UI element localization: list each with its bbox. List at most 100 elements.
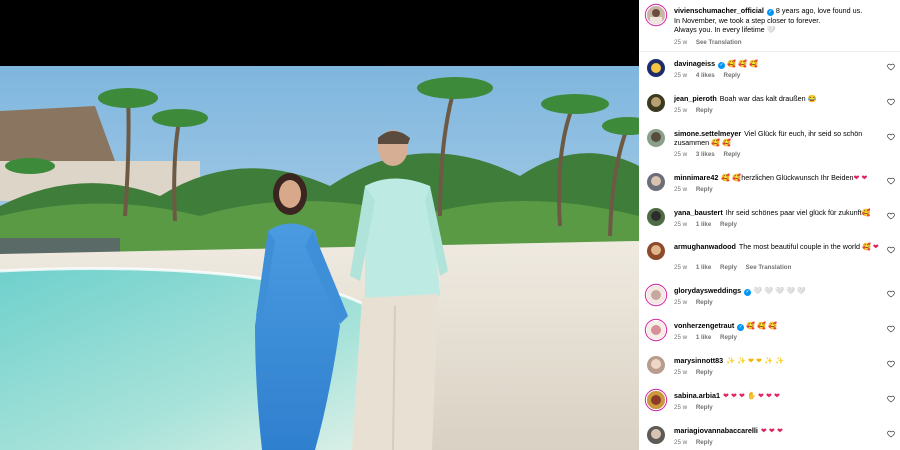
reply-button[interactable]: Reply [696,186,713,193]
comment-username[interactable]: marysinnott83 [674,356,723,365]
post-media[interactable] [0,0,639,450]
comment-time: 25 w [674,299,688,306]
avatar[interactable] [647,129,665,147]
comment-time: 25 w [674,221,688,228]
avatar[interactable] [647,321,665,339]
comments-panel: vivienschumacher_official ✓ 8 years ago, l… [639,0,900,450]
comment-likes[interactable]: 3 likes [696,151,715,158]
comment-emoji: 😂 [807,94,817,103]
reply-button[interactable]: Reply [696,369,713,376]
reply-button[interactable]: Reply [696,107,713,114]
comment-emoji: 🥰 [861,208,871,217]
comment-emoji-prefix: 🥰 🥰 [721,173,742,182]
verified-badge-icon: ✓ [744,289,752,296]
heart-outline-icon[interactable] [887,212,895,220]
comment-likes[interactable]: 4 likes [696,72,715,79]
comment-emoji: 🤍 🤍 🤍 🤍 🤍 [753,286,806,295]
comment-meta: 25 w Reply [674,404,720,411]
comment-username[interactable]: jean_pieroth [674,94,717,103]
comment-username[interactable]: davinageiss [674,59,715,68]
avatar[interactable] [647,94,665,112]
avatar[interactable] [647,286,665,304]
comment-username[interactable]: vonherzengetraut [674,321,734,330]
comment-text: minnimare42 🥰 🥰herzlichen Glückwunsch Ihr… [674,173,879,182]
reply-button[interactable]: Reply [720,264,737,271]
avatar[interactable] [647,173,665,191]
caption-line-3: Always you. In every lifetime [674,25,765,35]
avatar[interactable] [647,208,665,226]
reply-button[interactable]: Reply [720,334,737,341]
caption-meta: 25 w See Translation [674,39,749,46]
comment-username[interactable]: sabina.arbia1 [674,391,720,400]
comment-meta: 25 w 4 likes Reply [674,72,747,79]
comment-meta: 25 w 1 like Reply See Translation [674,264,798,271]
comment-body: herzlichen Glückwunsch Ihr Beiden [741,173,854,182]
comment-likes[interactable]: 1 like [696,221,711,228]
comment-emoji: 🥰 ❤ [861,242,879,251]
comment-username[interactable]: mariagiovannabaccarelli [674,426,758,435]
caption-username[interactable]: vivienschumacher_official [674,6,764,15]
reply-button[interactable]: Reply [723,72,740,79]
avatar[interactable] [647,391,665,409]
avatar[interactable] [647,59,665,77]
comment-emoji: 🥰 🥰 🥰 [727,59,758,68]
heart-outline-icon[interactable] [887,246,895,254]
comment-emoji: ✨ ✨ ❤ ❤ ✨ ✨ [726,356,784,365]
comment-username[interactable]: yana_baustert [674,208,723,217]
comment-emoji: ❤ ❤ ❤ ✋ ❤ ❤ ❤ [722,391,781,400]
comment-time: 25 w [674,107,688,114]
comment-username[interactable]: simone.settelmeyer [674,129,741,138]
comment-meta: 25 w 1 like Reply [674,221,744,228]
comment-time: 25 w [674,439,688,446]
post-caption: vivienschumacher_official ✓ 8 years ago, l… [639,0,900,52]
comment-meta: 25 w 3 likes Reply [674,151,747,158]
avatar[interactable] [647,426,665,444]
heart-outline-icon[interactable] [887,177,895,185]
caption-text: vivienschumacher_official ✓ 8 years ago, l… [674,6,879,34]
reply-button[interactable]: Reply [696,299,713,306]
heart-outline-icon[interactable] [887,395,895,403]
avatar[interactable] [647,356,665,374]
comment-meta: 25 w Reply [674,439,720,446]
comment-time: 25 w [674,404,688,411]
comment-username[interactable]: armughanwadood [674,242,736,251]
comment-body: Ihr seid schönes paar viel glück für zuk… [725,208,862,217]
reply-button[interactable]: Reply [696,439,713,446]
comment-time: 25 w [674,186,688,193]
comment-time: 25 w [674,264,688,271]
heart-outline-icon[interactable] [887,360,895,368]
comment-time: 25 w [674,151,688,158]
comment-emoji: ❤ ❤ ❤ [760,426,783,435]
caption-time: 25 w [674,39,688,46]
avatar[interactable] [647,242,665,260]
reply-button[interactable]: Reply [723,151,740,158]
post-photo[interactable] [0,66,639,450]
comment-username[interactable]: minnimare42 [674,173,718,182]
reply-button[interactable]: Reply [696,404,713,411]
verified-badge-icon: ✓ [737,324,745,331]
comment-text: glorydaysweddings ✓ 🤍 🤍 🤍 🤍 🤍 [674,286,879,296]
see-translation-link[interactable]: See Translation [746,264,792,271]
beach-couple-image [0,66,639,450]
comment-username[interactable]: glorydaysweddings [674,286,741,295]
comment-likes[interactable]: 1 like [696,334,711,341]
verified-badge-icon: ✓ [766,9,774,16]
caption-line-1: 8 years ago, love found us. [775,6,863,15]
comment-emoji: ❤ ❤ [853,173,868,182]
comment-likes[interactable]: 1 like [696,264,711,271]
comment-text: simone.settelmeyer Viel Glück für euch, i… [674,129,879,147]
heart-outline-icon[interactable] [887,325,895,333]
heart-outline-icon[interactable] [887,430,895,438]
reply-button[interactable]: Reply [720,221,737,228]
comment-text: jean_pieroth Boah war das kalt draußen 😂 [674,94,879,103]
comment-meta: 25 w Reply [674,186,720,193]
see-translation-link[interactable]: See Translation [696,39,742,46]
comment-text: marysinnott83 ✨ ✨ ❤ ❤ ✨ ✨ [674,356,879,365]
white-heart-icon: 🤍 [766,25,776,35]
heart-outline-icon[interactable] [887,63,895,71]
heart-outline-icon[interactable] [887,133,895,141]
avatar[interactable] [647,6,665,24]
heart-outline-icon[interactable] [887,98,895,106]
comment-text: vonherzengetraut ✓ 🥰 🥰 🥰 [674,321,879,331]
heart-outline-icon[interactable] [887,290,895,298]
